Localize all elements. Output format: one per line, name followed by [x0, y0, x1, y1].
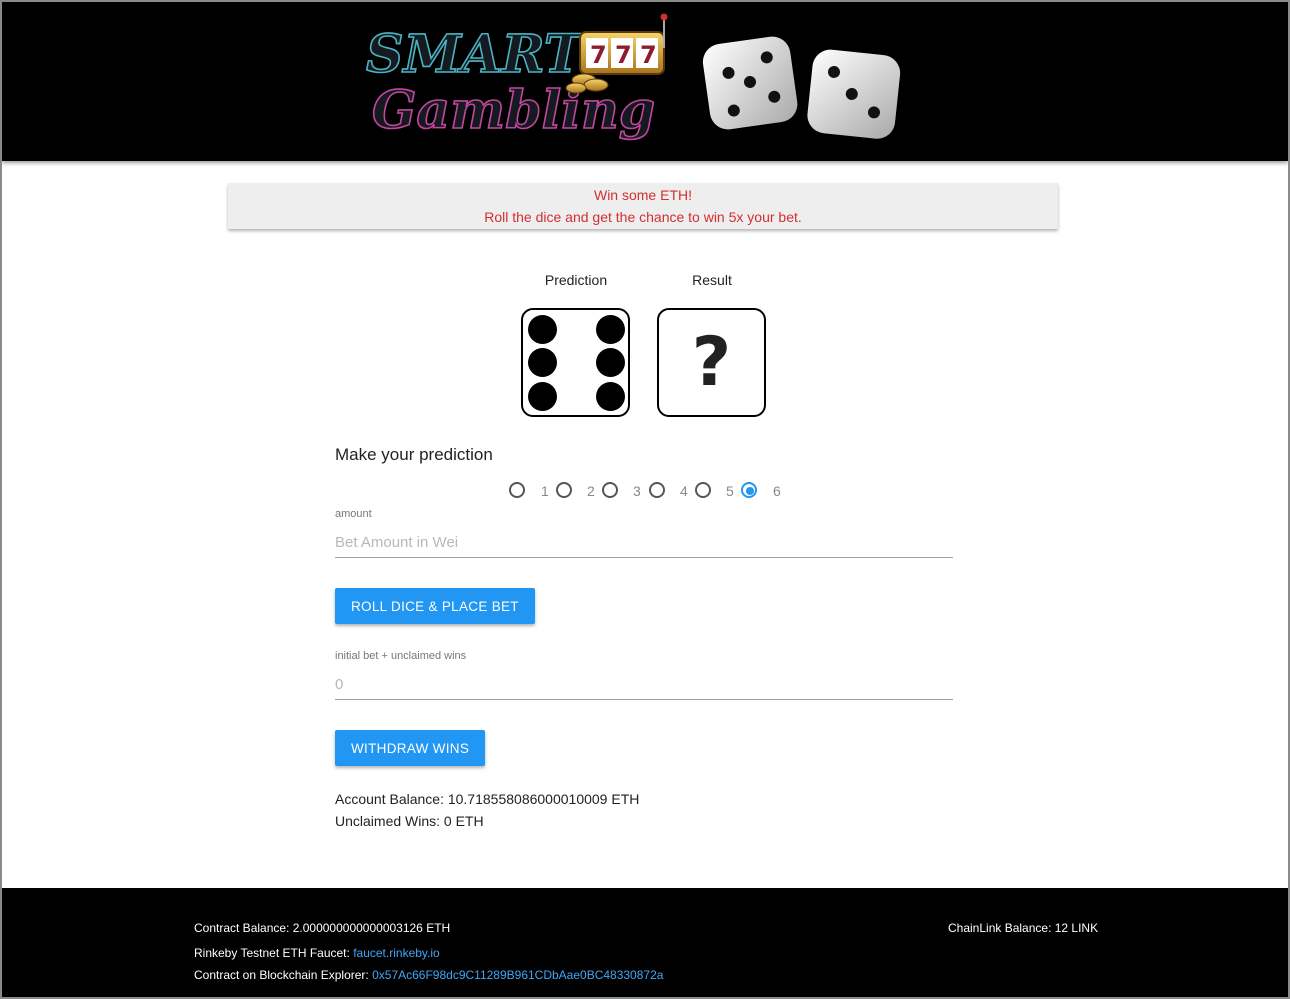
die-pip: [528, 348, 557, 377]
svg-text:7: 7: [615, 41, 632, 69]
radio-label-4: 4: [680, 483, 688, 499]
footer: Contract Balance: 2.000000000000003126 E…: [2, 888, 1288, 997]
logo-text-smart: SMART: [366, 24, 586, 85]
contract-explorer-link[interactable]: 0x57Ac66F98dc9C11289B961CDbAae0BC4833087…: [372, 968, 663, 982]
unclaimed-wins: Unclaimed Wins: 0 ETH: [335, 813, 484, 829]
die-pip: [528, 315, 557, 344]
radio-option-4[interactable]: [648, 481, 668, 501]
radio-label-6: 6: [773, 483, 781, 499]
logo-text-gambling: Gambling: [372, 80, 655, 141]
contract-balance: Contract Balance: 2.000000000000003126 E…: [194, 921, 451, 935]
question-mark-icon: ?: [691, 323, 732, 402]
bet-amount-input[interactable]: [335, 528, 953, 558]
wins-field-label: initial bet + unclaimed wins: [335, 650, 467, 662]
faucet-prefix: Rinkeby Testnet ETH Faucet:: [194, 946, 350, 960]
svg-text:7: 7: [640, 41, 657, 69]
unclaimed-wins-field: [335, 670, 953, 700]
radio-label-1: 1: [541, 483, 549, 499]
die-pip: [596, 315, 625, 344]
info-banner: Win some ETH! Roll the dice and get the …: [228, 183, 1058, 229]
header: SMART Gambling 7 7 7: [2, 2, 1288, 161]
dice-icon-left: [702, 36, 798, 130]
account-balance: Account Balance: 10.718558086000010009 E…: [335, 791, 640, 807]
dice-icon-right: [807, 49, 901, 139]
radio-option-2[interactable]: [555, 481, 575, 501]
die-pip: [596, 382, 625, 411]
radio-label-3: 3: [633, 483, 641, 499]
faucet-link[interactable]: faucet.rinkeby.io: [353, 946, 440, 960]
svg-text:7: 7: [590, 41, 607, 69]
amount-label: amount: [335, 508, 372, 520]
radio-label-5: 5: [726, 483, 734, 499]
radio-label-2: 2: [587, 483, 595, 499]
explorer-line: Contract on Blockchain Explorer: 0x57Ac6…: [194, 968, 663, 982]
radio-option-1[interactable]: [508, 481, 528, 501]
prediction-title: Make your prediction: [335, 445, 493, 464]
page-frame: SMART Gambling 7 7 7 Win some ETH! Roll …: [0, 0, 1290, 999]
faucet-line: Rinkeby Testnet ETH Faucet: faucet.rinke…: [194, 946, 440, 960]
banner-line-2: Roll the dice and get the chance to win …: [484, 209, 802, 225]
die-pip: [596, 348, 625, 377]
result-label: Result: [692, 272, 732, 288]
result-die: ?: [657, 308, 766, 417]
die-pip: [528, 382, 557, 411]
banner-line-1: Win some ETH!: [593, 187, 692, 203]
radio-option-5[interactable]: [694, 481, 714, 501]
roll-dice-button[interactable]: ROLL DICE & PLACE BET: [335, 588, 535, 624]
explorer-prefix: Contract on Blockchain Explorer:: [194, 968, 369, 982]
radio-option-3[interactable]: [601, 481, 621, 501]
chainlink-balance: ChainLink Balance: 12 LINK: [948, 921, 1099, 935]
withdraw-wins-button[interactable]: WITHDRAW WINS: [335, 730, 486, 766]
prediction-die: [521, 308, 630, 417]
smart-gambling-logo: SMART Gambling 7 7 7: [365, 13, 901, 142]
prediction-label: Prediction: [544, 272, 608, 288]
radio-option-6[interactable]: [740, 481, 760, 501]
